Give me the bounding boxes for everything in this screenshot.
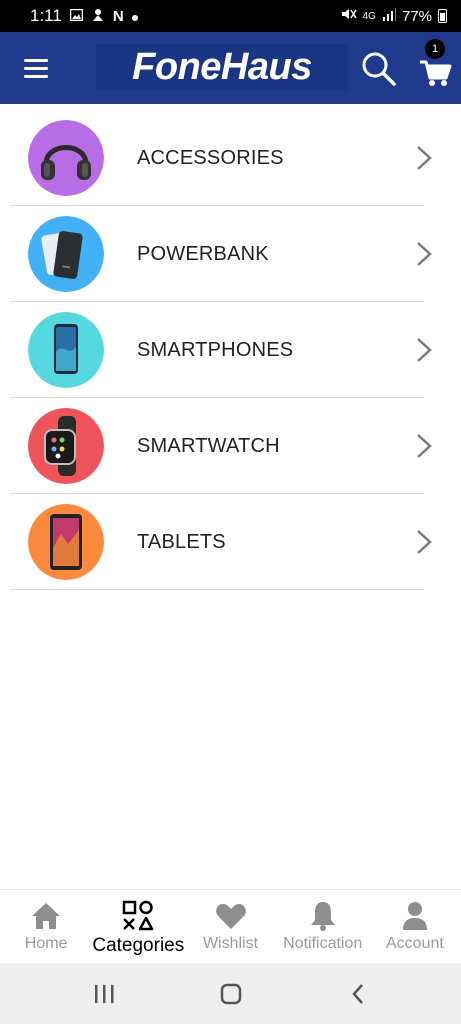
status-bar: 1:11 N 4G 77%: [0, 0, 461, 32]
category-image: [28, 312, 104, 388]
signal-icon: [382, 7, 396, 25]
menu-icon-bar: [24, 58, 48, 62]
status-left: 1:11 N: [30, 6, 138, 26]
nav-notification[interactable]: Notification: [277, 890, 369, 963]
category-image: [28, 504, 104, 580]
app-logo[interactable]: FoneHaus: [96, 44, 348, 90]
category-row-smartphones[interactable]: SMARTPHONES: [10, 302, 432, 398]
nav-wishlist[interactable]: Wishlist: [184, 890, 276, 963]
category-row-smartwatch[interactable]: SMARTWATCH: [10, 398, 432, 494]
category-label: POWERBANK: [137, 243, 269, 265]
category-label: TABLETS: [137, 531, 226, 553]
smartwatch-icon: [28, 408, 104, 484]
category-image: [28, 120, 104, 196]
category-image: [28, 408, 104, 484]
nav-home[interactable]: Home: [0, 890, 92, 963]
app-bar: FoneHaus: [0, 32, 461, 104]
nav-account[interactable]: Account: [369, 890, 461, 963]
bell-icon: [310, 902, 335, 931]
nav-wishlist-label: Wishlist: [202, 935, 259, 952]
back-button[interactable]: [338, 974, 378, 1014]
home-button-icon: [220, 983, 241, 1004]
category-row-powerbank[interactable]: POWERBANK: [10, 206, 432, 302]
chevron-right-icon: [417, 242, 432, 266]
image-icon: [69, 8, 84, 24]
chevron-right-icon: [417, 146, 432, 170]
powerbank-icon: [28, 216, 104, 292]
logo-text: FoneHaus: [132, 45, 312, 88]
back-icon: [351, 983, 363, 1004]
category-label: SMARTWATCH: [137, 435, 280, 457]
search-icon: [362, 52, 396, 86]
nav-notification-label: Notification: [283, 935, 363, 952]
category-row-tablets[interactable]: TABLETS: [10, 494, 432, 590]
category-label: ACCESSORIES: [137, 147, 284, 169]
chevron-right-icon: [417, 434, 432, 458]
search-button[interactable]: [360, 50, 398, 88]
chevron-right-icon: [417, 338, 432, 362]
home-icon: [32, 903, 61, 929]
network-type: 4G: [362, 10, 376, 22]
nav-account-label: Account: [386, 935, 444, 952]
menu-icon-bar: [24, 74, 48, 78]
mute-icon: [341, 7, 357, 25]
menu-icon-bar: [24, 66, 48, 70]
home-system-button[interactable]: [211, 974, 251, 1014]
status-time: 1:11: [30, 6, 62, 25]
cart-count-badge: 1: [425, 39, 445, 59]
bottom-nav: Home Categories Wishlist Notification Ac…: [0, 889, 461, 963]
category-image: [28, 216, 104, 292]
heart-icon: [215, 904, 246, 929]
person-icon: [402, 902, 427, 930]
headphones-icon: [28, 120, 104, 196]
battery-percent: 77%: [401, 7, 432, 25]
tablet-icon: [28, 504, 104, 580]
category-row-accessories[interactable]: ACCESSORIES: [10, 110, 432, 206]
nav-home-label: Home: [24, 935, 68, 952]
menu-button[interactable]: [14, 52, 58, 84]
nav-categories[interactable]: Categories: [92, 890, 184, 963]
categories-icon: [123, 900, 154, 931]
nav-categories-label: Categories: [92, 935, 185, 956]
netflix-icon: N: [112, 7, 124, 25]
status-right: 4G 77%: [341, 7, 447, 25]
battery-icon: [438, 9, 447, 23]
system-nav: [0, 963, 461, 1024]
category-label: SMARTPHONES: [137, 339, 294, 361]
category-list: ACCESSORIES POWERBANK SMARTPHONES SMARTW…: [10, 110, 432, 590]
dot-icon: [131, 9, 138, 24]
app-notification-icon: [91, 8, 105, 25]
chevron-right-icon: [417, 530, 432, 554]
recents-button[interactable]: [84, 974, 124, 1014]
smartphone-icon: [28, 312, 104, 388]
recents-icon: [94, 984, 113, 1003]
